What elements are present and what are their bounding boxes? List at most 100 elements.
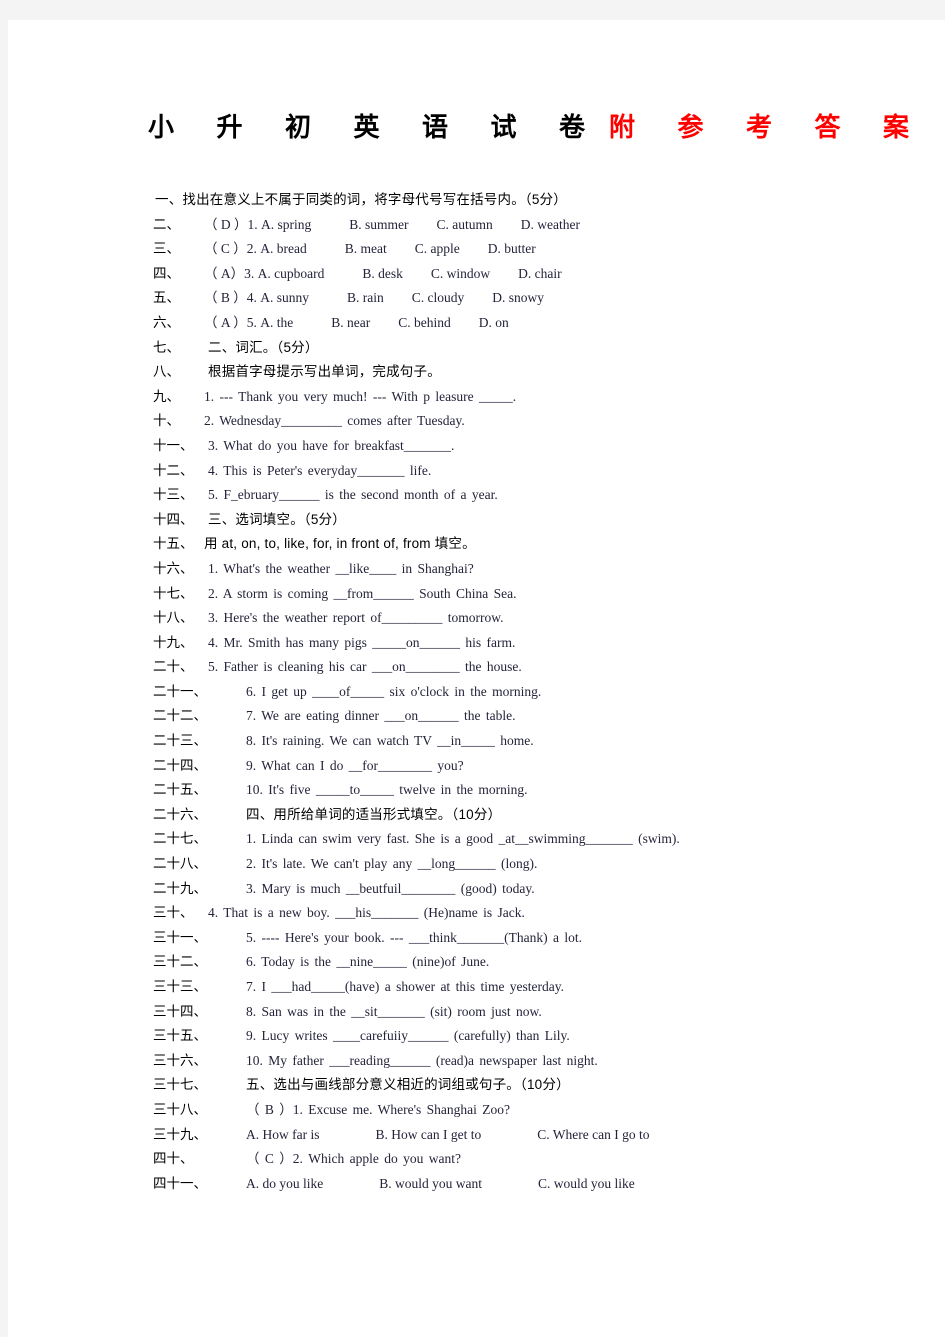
question-option: A. do you like (246, 1175, 324, 1191)
exam-line: 一、找出在意义上不属于同类的词，将字母代号写在括号内。（5分） (8, 188, 945, 213)
section-heading-text: 根据首字母提示写出单词，完成句子。 (208, 364, 441, 380)
line-marker: 四十、 (153, 1151, 194, 1167)
question-text: （ C ）2. Which apple do you want? (246, 1151, 461, 1167)
fill-in-blank-question: 3. What do you have for breakfast_______… (208, 434, 454, 459)
fill-in-blank-question: （ C ）2. Which apple do you want? (246, 1147, 461, 1172)
exam-line: 二十四、 9. What can I do __for________ you? (8, 754, 945, 779)
line-marker: 三十六、 (153, 1052, 207, 1068)
line-marker: 十五、 (153, 536, 194, 552)
exam-line: 四十、 （ C ）2. Which apple do you want? (8, 1147, 945, 1172)
fill-in-blank-question: （ B ）1. Excuse me. Where's Shanghai Zoo? (246, 1098, 510, 1123)
fill-in-blank-question: 6. Today is the __nine_____ (nine)of Jun… (246, 950, 489, 975)
fill-in-blank-question: 8. It's raining. We can watch TV __in___… (246, 729, 534, 754)
question-text: 9. Lucy writes ____carefuiiy______ (care… (246, 1028, 570, 1044)
question-text: 1. Linda can swim very fast. She is a go… (246, 831, 680, 847)
section-heading-text: 二、词汇。（5分） (208, 339, 319, 355)
fill-in-blank-question: 7. I ___had_____(have) a shower at this … (246, 975, 564, 1000)
exam-line: 三十四、 8. San was in the __sit_______ (sit)… (8, 1000, 945, 1025)
section-heading-text: 五、选出与画线部分意义相近的词组或句子。（10分） (246, 1077, 570, 1093)
question-option: C. apple (414, 241, 460, 257)
line-marker: 十八、 (153, 610, 194, 626)
document-page: 小 升 初 英 语 试 卷附 参 考 答 案 一、找出在意义上不属于同类的词，将… (8, 20, 945, 1337)
exam-line: 十四、 三、选词填空。（5分） (8, 508, 945, 533)
question-option: D. snowy (492, 290, 545, 306)
question-stem: （ D ）1. A. spring (204, 216, 312, 232)
multiple-choice-question: （ B ）4. A. sunny B. rain C. cloudy D. snowy (204, 286, 544, 311)
exam-body: 一、找出在意义上不属于同类的词，将字母代号写在括号内。（5分） 二、 （ D ）1.… (8, 188, 945, 1196)
exam-line: 十七、 2. A storm is coming __from______ Sou… (8, 582, 945, 607)
fill-in-blank-question: 7. We are eating dinner ___on______ the … (246, 704, 515, 729)
line-marker: 二十五、 (153, 782, 207, 798)
question-option: B. summer (349, 216, 409, 232)
question-text: （ B ）1. Excuse me. Where's Shanghai Zoo? (246, 1101, 511, 1117)
exam-line: 三十二、 6. Today is the __nine_____ (nine)of… (8, 950, 945, 975)
question-text: 8. It's raining. We can watch TV __in___… (246, 733, 534, 749)
line-marker: 七、 (153, 339, 180, 355)
exam-line: 十一、 3. What do you have for breakfast____… (8, 434, 945, 459)
question-option: C. cloudy (411, 290, 465, 306)
exam-line: 三十三、 7. I ___had_____(have) a shower at t… (8, 975, 945, 1000)
section-heading: 二、词汇。（5分） (208, 336, 319, 361)
section-heading-text: 三、选词填空。（5分） (208, 511, 346, 527)
question-option: C. window (430, 265, 491, 281)
page-title-main: 小 升 初 英 语 试 卷 (148, 113, 604, 142)
fill-in-blank-question: 9. Lucy writes ____carefuiiy______ (care… (246, 1024, 570, 1049)
question-text: 2. A storm is coming __from______ South … (208, 585, 517, 601)
question-option: C. behind (398, 314, 451, 330)
question-stem: （ B ）4. A. sunny (204, 290, 310, 306)
fill-in-blank-question: 10. It's five _____to_____ twelve in the… (246, 778, 528, 803)
exam-line: 九、 1. --- Thank you very much! --- With p… (8, 385, 945, 410)
fill-in-blank-question: 3. Mary is much __beutfuil________ (good… (246, 877, 535, 902)
exam-line: 十六、 1. What's the weather __like____ in S… (8, 557, 945, 582)
line-marker: 二、 (153, 216, 180, 232)
fill-in-blank-question: 4. This is Peter's everyday_______ life. (208, 459, 431, 484)
exam-line: 十三、 5. F_ebruary______ is the second mont… (8, 483, 945, 508)
question-stem: （ C ）2. A. bread (204, 241, 307, 257)
exam-line: 四十一、 A. do you like B. would you want C. wo… (8, 1172, 945, 1197)
exam-line: 六、 （ A ）5. A. the B. near C. behind D. on (8, 311, 945, 336)
line-marker: 九、 (153, 388, 180, 404)
exam-line: 二十一、 6. I get up ____of_____ six o'clock … (8, 680, 945, 705)
line-marker: 八、 (153, 364, 180, 380)
fill-in-blank-question: 6. I get up ____of_____ six o'clock in t… (246, 680, 541, 705)
section-heading: 根据首字母提示写出单词，完成句子。 (208, 360, 441, 385)
page-title-answer-note: 附 参 考 答 案 (609, 113, 928, 142)
question-stem: （ A）3. A. cupboard (204, 265, 325, 281)
question-text: 4. Mr. Smith has many pigs _____on______… (208, 634, 516, 650)
answer-option-row: A. do you like B. would you want C. would … (246, 1172, 635, 1197)
question-option: D. butter (487, 241, 536, 257)
line-marker: 二十六、 (153, 806, 207, 822)
question-text: 2. Wednesday_________ comes after Tuesda… (204, 413, 465, 429)
exam-line: 二十七、 1. Linda can swim very fast. She is … (8, 827, 945, 852)
question-option: B. rain (347, 290, 384, 306)
line-marker: 四十一、 (153, 1175, 207, 1191)
exam-line: 三十八、 （ B ）1. Excuse me. Where's Shanghai … (8, 1098, 945, 1123)
answer-option-row: A. How far is B. How can I get to C. Where… (246, 1123, 649, 1148)
section-heading: 一、找出在意义上不属于同类的词，将字母代号写在括号内。（5分） (155, 188, 567, 213)
question-text: 9. What can I do __for________ you? (246, 757, 464, 773)
fill-in-blank-question: 4. Mr. Smith has many pigs _____on______… (208, 631, 515, 656)
question-text: 7. We are eating dinner ___on______ the … (246, 708, 516, 724)
fill-in-blank-question: 5. Father is cleaning his car ___on_____… (208, 655, 522, 680)
question-option: B. would you want (379, 1175, 482, 1191)
fill-in-blank-question: 2. It's late. We can't play any __long__… (246, 852, 537, 877)
fill-in-blank-question: 2. Wednesday_________ comes after Tuesda… (204, 409, 465, 434)
section-heading: 五、选出与画线部分意义相近的词组或句子。（10分） (246, 1073, 570, 1098)
multiple-choice-question: （ C ）2. A. bread B. meat C. apple D. butter (204, 237, 536, 262)
exam-line: 二十二、 7. We are eating dinner ___on______ … (8, 704, 945, 729)
exam-line: 四、 （ A）3. A. cupboard B. desk C. window D. c… (8, 262, 945, 287)
exam-line: 十八、 3. Here's the weather report of______… (8, 606, 945, 631)
section-heading: 用 at, on, to, like, for, in front of, fr… (204, 532, 476, 557)
question-text: 10. It's five _____to_____ twelve in the… (246, 782, 528, 798)
exam-line: 二十六、 四、用所给单词的适当形式填空。（10分） (8, 803, 945, 828)
fill-in-blank-question: 1. --- Thank you very much! --- With p l… (204, 385, 516, 410)
question-option: B. meat (344, 241, 387, 257)
multiple-choice-question: （ A）3. A. cupboard B. desk C. window D. cha… (204, 262, 562, 287)
question-option: D. chair (518, 265, 562, 281)
line-marker: 二十七、 (153, 831, 207, 847)
fill-in-blank-question: 4. That is a new boy. ___his_______ (He)… (208, 901, 525, 926)
fill-in-blank-question: 10. My father ___reading______ (read)a n… (246, 1049, 598, 1074)
line-marker: 三十四、 (153, 1003, 207, 1019)
question-text: 3. Mary is much __beutfuil________ (good… (246, 880, 535, 896)
exam-line: 三十一、 5. ---- Here's your book. --- ___thi… (8, 926, 945, 951)
